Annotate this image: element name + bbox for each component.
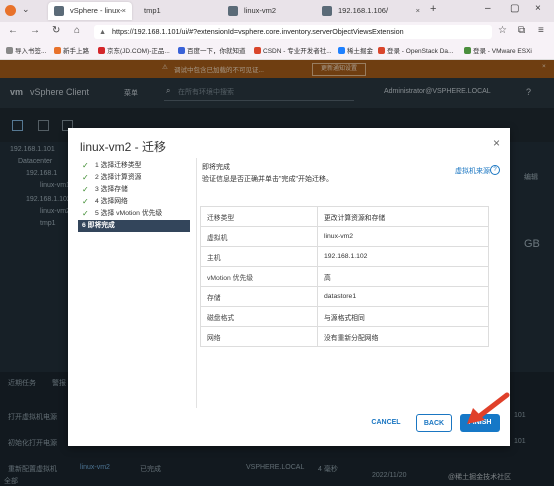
back-button[interactable]: BACK: [416, 414, 452, 432]
table-row: 磁盘格式 与源格式相同: [200, 306, 489, 327]
openstack-icon: [378, 47, 385, 54]
vsphere-tab-icon: [54, 6, 64, 16]
juejin-icon: [338, 47, 345, 54]
back-arrow-icon[interactable]: ←: [8, 25, 18, 36]
maximize-window-icon[interactable]: ▢: [510, 3, 519, 14]
check-icon: ✓: [82, 173, 89, 182]
reload-icon[interactable]: ↻: [52, 25, 60, 36]
new-tab-icon[interactable]: +: [430, 3, 436, 15]
wizard-step[interactable]: ✓ 5 选择 vMotion 优先级: [78, 208, 190, 220]
summary-key: 主机: [200, 246, 318, 267]
summary-value: 没有重新分配网络: [317, 326, 489, 347]
summary-value: linux-vm2: [317, 226, 489, 247]
firefox-icon: [54, 47, 61, 54]
table-row: vMotion 优先级高: [200, 266, 489, 287]
close-tab-icon[interactable]: ×: [416, 2, 420, 20]
bookmark-item[interactable]: 百度一下，你就知道: [178, 45, 246, 55]
bookmark-item[interactable]: 登录 - OpenStack Da...: [378, 45, 453, 55]
summary-key: 磁盘格式: [200, 306, 318, 327]
close-dialog-icon[interactable]: ×: [493, 136, 500, 150]
firefox-logo-icon[interactable]: [5, 5, 16, 16]
summary-key: 迁移类型: [200, 206, 318, 227]
bookmark-item[interactable]: 登录 - VMware ESXi: [464, 45, 532, 55]
browser-nav-bar: ← → ↻ ⌂ ▲ https://192.168.1.101/ui/#?ext…: [0, 22, 554, 42]
tab-list-icon[interactable]: ⌄: [22, 4, 30, 15]
summary-value: 更改计算资源和存储: [317, 206, 489, 227]
tab-linux-vm2[interactable]: linux-vm2: [222, 2, 314, 20]
table-row: 网络 没有重新分配网络: [200, 326, 489, 347]
cancel-button[interactable]: CANCEL: [364, 414, 408, 432]
table-row: 主机 192.168.1.102: [200, 246, 489, 267]
bookmark-import-icon: [6, 47, 13, 54]
tab-vsphere[interactable]: vSphere - linux-vm2 ×: [48, 2, 132, 33]
bookmark-item[interactable]: 京东(JD.COM)-正品...: [98, 45, 170, 55]
tab-192-168-1-106[interactable]: 192.168.1.106/ ×: [316, 2, 426, 20]
summary-key: vMotion 优先级: [200, 266, 318, 287]
jd-icon: [98, 47, 105, 54]
forward-arrow-icon[interactable]: →: [30, 25, 40, 36]
summary-table: 迁移类型 更改计算资源和存储 虚拟机 linux-vm2 主机 192.168.1.1…: [200, 206, 489, 347]
check-icon: ✓: [82, 161, 89, 170]
home-icon[interactable]: ⌂: [74, 25, 80, 36]
check-icon: ✓: [82, 209, 89, 218]
wizard-step-active[interactable]: 6 即将完成: [78, 220, 190, 232]
summary-value: 192.168.1.102: [317, 246, 489, 267]
menu-icon[interactable]: ≡: [538, 25, 544, 36]
summary-key: 虚拟机: [200, 226, 318, 247]
wizard-step[interactable]: ✓ 2 选择计算资源: [78, 172, 190, 184]
address-bar[interactable]: ▲ https://192.168.1.101/ui/#?extensionId…: [94, 25, 492, 39]
summary-value: 与源格式相同: [317, 306, 489, 327]
wizard-steps: ✓ 1 选择迁移类型 ✓ 2 选择计算资源 ✓ 3 选择存储 ✓ 4 选择网络 ✓ 5 选…: [78, 160, 190, 232]
table-row: 迁移类型 更改计算资源和存储: [200, 206, 489, 227]
bookmark-item[interactable]: 导入书签...: [6, 45, 46, 55]
table-row: 虚拟机 linux-vm2: [200, 226, 489, 247]
wizard-step[interactable]: ✓ 4 选择网络: [78, 196, 190, 208]
lock-icon: ▲: [99, 27, 107, 36]
check-icon: ✓: [82, 185, 89, 194]
dialog-title: linux-vm2 - 迁移: [80, 140, 167, 154]
browser-tab-bar: ⌄ vSphere - linux-vm2 × tmp1 linux-vm2 1…: [0, 0, 554, 33]
page-tab-icon: [228, 6, 238, 16]
summary-value: datastore1: [317, 286, 489, 307]
bookmark-item[interactable]: 新手上路: [54, 45, 89, 55]
bookmark-star-icon[interactable]: ☆: [498, 25, 507, 36]
wizard-step[interactable]: ✓ 1 选择迁移类型: [78, 160, 190, 172]
close-window-icon[interactable]: ×: [535, 3, 541, 14]
check-icon: ✓: [82, 197, 89, 206]
pointer-arrow-icon: [467, 392, 510, 424]
help-circle-icon[interactable]: ?: [490, 165, 500, 175]
bookmark-item[interactable]: CSDN - 专业开发者社...: [254, 45, 332, 55]
vmware-icon: [464, 47, 471, 54]
bookmarks-bar: 导入书签... 新手上路 京东(JD.COM)-正品... 百度一下，你就知道 …: [0, 42, 554, 60]
minimize-window-icon[interactable]: –: [485, 3, 491, 14]
vm-origin-link[interactable]: 虚拟机来源: [455, 166, 490, 176]
tab-tmp1[interactable]: tmp1: [134, 2, 220, 20]
summary-value: 高: [317, 266, 489, 287]
bookmark-item[interactable]: 稀土掘金: [338, 45, 373, 55]
wizard-step[interactable]: ✓ 3 选择存储: [78, 184, 190, 196]
baidu-icon: [178, 47, 185, 54]
step-description: 验证信息是否正确并单击"完成"开始迁移。: [202, 176, 333, 183]
table-row: 存储 datastore1: [200, 286, 489, 307]
summary-key: 网络: [200, 326, 318, 347]
page-tab-icon: [322, 6, 332, 16]
extensions-icon[interactable]: ⧉: [518, 25, 525, 36]
summary-key: 存储: [200, 286, 318, 307]
migrate-dialog: linux-vm2 - 迁移 × ✓ 1 选择迁移类型 ✓ 2 选择计算资源 ✓ 3 …: [68, 128, 510, 446]
close-tab-icon[interactable]: ×: [122, 2, 126, 20]
step-heading: 即将完成: [202, 164, 230, 171]
divider: [196, 158, 197, 408]
csdn-icon: [254, 47, 261, 54]
